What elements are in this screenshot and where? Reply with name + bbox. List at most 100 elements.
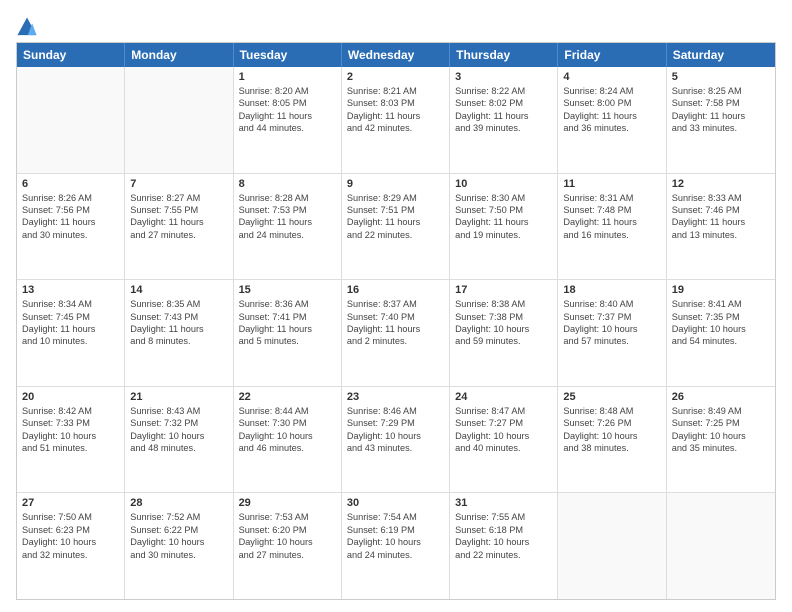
day-cell-3: 3Sunrise: 8:22 AMSunset: 8:02 PMDaylight…	[450, 67, 558, 173]
cell-line: Daylight: 11 hours	[239, 323, 336, 335]
cell-line: Sunrise: 8:27 AM	[130, 192, 227, 204]
cell-line: Sunset: 7:46 PM	[672, 204, 770, 216]
empty-cell	[558, 493, 666, 599]
header-day-friday: Friday	[558, 43, 666, 67]
cell-line: Daylight: 10 hours	[563, 430, 660, 442]
cell-line: Daylight: 11 hours	[22, 323, 119, 335]
cell-line: Sunrise: 8:24 AM	[563, 85, 660, 97]
cell-line: and 10 minutes.	[22, 335, 119, 347]
cell-line: Daylight: 10 hours	[455, 430, 552, 442]
cell-line: Sunrise: 8:21 AM	[347, 85, 444, 97]
day-number: 20	[22, 391, 119, 403]
cell-line: Sunrise: 8:31 AM	[563, 192, 660, 204]
day-cell-16: 16Sunrise: 8:37 AMSunset: 7:40 PMDayligh…	[342, 280, 450, 386]
day-cell-22: 22Sunrise: 8:44 AMSunset: 7:30 PMDayligh…	[234, 387, 342, 493]
cell-line: Sunrise: 8:20 AM	[239, 85, 336, 97]
cell-line: and 13 minutes.	[672, 229, 770, 241]
cell-line: and 51 minutes.	[22, 442, 119, 454]
cell-line: and 8 minutes.	[130, 335, 227, 347]
cell-line: Sunset: 6:18 PM	[455, 524, 552, 536]
cell-line: and 36 minutes.	[563, 122, 660, 134]
cell-line: Sunrise: 8:40 AM	[563, 298, 660, 310]
cell-line: Sunrise: 8:26 AM	[22, 192, 119, 204]
header-day-saturday: Saturday	[667, 43, 775, 67]
day-number: 12	[672, 178, 770, 190]
cell-line: Sunrise: 8:22 AM	[455, 85, 552, 97]
cell-line: Sunset: 7:45 PM	[22, 311, 119, 323]
day-cell-2: 2Sunrise: 8:21 AMSunset: 8:03 PMDaylight…	[342, 67, 450, 173]
cell-line: Daylight: 10 hours	[22, 430, 119, 442]
day-cell-1: 1Sunrise: 8:20 AMSunset: 8:05 PMDaylight…	[234, 67, 342, 173]
header-day-tuesday: Tuesday	[234, 43, 342, 67]
cell-line: and 22 minutes.	[455, 549, 552, 561]
day-cell-19: 19Sunrise: 8:41 AMSunset: 7:35 PMDayligh…	[667, 280, 775, 386]
day-cell-31: 31Sunrise: 7:55 AMSunset: 6:18 PMDayligh…	[450, 493, 558, 599]
day-cell-27: 27Sunrise: 7:50 AMSunset: 6:23 PMDayligh…	[17, 493, 125, 599]
day-number: 2	[347, 71, 444, 83]
cell-line: and 30 minutes.	[22, 229, 119, 241]
cell-line: and 33 minutes.	[672, 122, 770, 134]
cell-line: Daylight: 10 hours	[130, 430, 227, 442]
day-number: 11	[563, 178, 660, 190]
cell-line: Daylight: 11 hours	[130, 323, 227, 335]
cell-line: and 30 minutes.	[130, 549, 227, 561]
day-number: 23	[347, 391, 444, 403]
day-number: 14	[130, 284, 227, 296]
calendar-row-5: 27Sunrise: 7:50 AMSunset: 6:23 PMDayligh…	[17, 493, 775, 599]
cell-line: and 27 minutes.	[130, 229, 227, 241]
cell-line: Daylight: 10 hours	[347, 430, 444, 442]
cell-line: Sunrise: 8:49 AM	[672, 405, 770, 417]
cell-line: Sunrise: 7:52 AM	[130, 511, 227, 523]
day-cell-15: 15Sunrise: 8:36 AMSunset: 7:41 PMDayligh…	[234, 280, 342, 386]
cell-line: Sunrise: 8:34 AM	[22, 298, 119, 310]
day-number: 7	[130, 178, 227, 190]
header-day-sunday: Sunday	[17, 43, 125, 67]
cell-line: Sunset: 8:05 PM	[239, 97, 336, 109]
cell-line: Sunset: 8:00 PM	[563, 97, 660, 109]
cell-line: Daylight: 11 hours	[239, 110, 336, 122]
cell-line: Daylight: 11 hours	[347, 216, 444, 228]
day-cell-20: 20Sunrise: 8:42 AMSunset: 7:33 PMDayligh…	[17, 387, 125, 493]
day-number: 30	[347, 497, 444, 509]
cell-line: Daylight: 10 hours	[239, 430, 336, 442]
cell-line: Sunrise: 7:55 AM	[455, 511, 552, 523]
day-cell-23: 23Sunrise: 8:46 AMSunset: 7:29 PMDayligh…	[342, 387, 450, 493]
day-cell-8: 8Sunrise: 8:28 AMSunset: 7:53 PMDaylight…	[234, 174, 342, 280]
day-cell-4: 4 Sunrise: 8:24 AMSunset: 8:00 PMDaylight…	[558, 67, 666, 173]
day-cell-28: 28Sunrise: 7:52 AMSunset: 6:22 PMDayligh…	[125, 493, 233, 599]
day-number: 6	[22, 178, 119, 190]
cell-line: Sunrise: 8:47 AM	[455, 405, 552, 417]
cell-line: Sunset: 7:48 PM	[563, 204, 660, 216]
cell-line: Sunset: 7:30 PM	[239, 417, 336, 429]
cell-line: Sunset: 7:27 PM	[455, 417, 552, 429]
header-day-thursday: Thursday	[450, 43, 558, 67]
day-cell-14: 14Sunrise: 8:35 AMSunset: 7:43 PMDayligh…	[125, 280, 233, 386]
cell-line: and 5 minutes.	[239, 335, 336, 347]
cell-line: and 46 minutes.	[239, 442, 336, 454]
day-number: 18	[563, 284, 660, 296]
day-cell-29: 29Sunrise: 7:53 AMSunset: 6:20 PMDayligh…	[234, 493, 342, 599]
day-cell-18: 18Sunrise: 8:40 AMSunset: 7:37 PMDayligh…	[558, 280, 666, 386]
cell-line: and 59 minutes.	[455, 335, 552, 347]
cell-line: Daylight: 11 hours	[455, 110, 552, 122]
cell-line: and 39 minutes.	[455, 122, 552, 134]
cell-line: Sunrise: 8:29 AM	[347, 192, 444, 204]
cell-line: Sunset: 7:41 PM	[239, 311, 336, 323]
day-cell-24: 24Sunrise: 8:47 AMSunset: 7:27 PMDayligh…	[450, 387, 558, 493]
day-number: 4	[563, 71, 660, 83]
cell-line: and 35 minutes.	[672, 442, 770, 454]
cell-line: Sunset: 7:50 PM	[455, 204, 552, 216]
calendar-body: 1Sunrise: 8:20 AMSunset: 8:05 PMDaylight…	[17, 67, 775, 599]
day-cell-6: 6Sunrise: 8:26 AMSunset: 7:56 PMDaylight…	[17, 174, 125, 280]
cell-line: Daylight: 10 hours	[455, 536, 552, 548]
cell-line: Sunrise: 8:42 AM	[22, 405, 119, 417]
cell-line: Sunset: 7:35 PM	[672, 311, 770, 323]
cell-line: Daylight: 11 hours	[563, 110, 660, 122]
header-day-monday: Monday	[125, 43, 233, 67]
cell-line: Sunrise: 8:30 AM	[455, 192, 552, 204]
cell-line: and 42 minutes.	[347, 122, 444, 134]
cell-line: and 57 minutes.	[563, 335, 660, 347]
header-day-wednesday: Wednesday	[342, 43, 450, 67]
cell-line: Sunrise: 8:35 AM	[130, 298, 227, 310]
cell-line: Sunset: 7:51 PM	[347, 204, 444, 216]
